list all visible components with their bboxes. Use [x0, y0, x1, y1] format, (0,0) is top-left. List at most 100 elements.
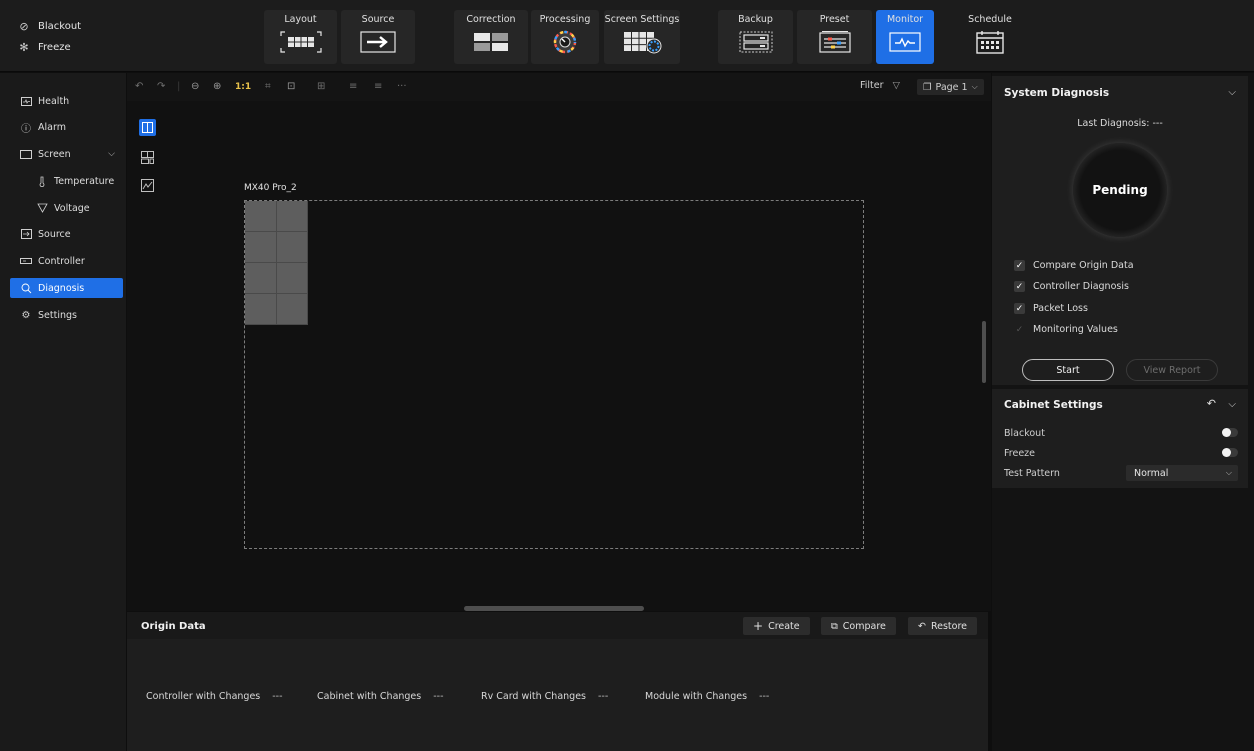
packet-loss-checkbox[interactable]: ✓ Packet Loss: [1014, 303, 1088, 314]
tab-monitor-label: Monitor: [886, 14, 924, 25]
tab-preset-label: Preset: [819, 14, 850, 25]
horizontal-scrollbar[interactable]: [464, 606, 644, 611]
voltage-icon: [36, 203, 48, 213]
checkbox-label: Monitoring Values: [1033, 324, 1118, 335]
cabinet-cell[interactable]: [277, 263, 308, 294]
reset-icon[interactable]: ↶: [1207, 397, 1216, 410]
sidebar-item-source[interactable]: Source: [10, 224, 123, 244]
zoom-actual-size[interactable]: 1:1: [235, 82, 251, 92]
blackout-quick-button[interactable]: ⊘ Blackout: [18, 20, 81, 33]
page-icon: ❐: [923, 81, 932, 93]
more-icon[interactable]: ···: [397, 81, 407, 92]
tab-correction[interactable]: Correction: [454, 10, 528, 64]
stat-label: Module with Changes: [645, 691, 748, 702]
tab-layout[interactable]: Layout: [264, 10, 337, 64]
controller-icon: [20, 256, 32, 266]
controller-diagnosis-checkbox[interactable]: ✓ Controller Diagnosis: [1014, 281, 1129, 292]
filter-button[interactable]: Filter ▽: [860, 80, 900, 91]
freeze-quick-button[interactable]: ✻ Freeze: [18, 41, 70, 54]
tab-processing[interactable]: Processing: [531, 10, 599, 64]
compare-origin-data-checkbox[interactable]: ✓ Compare Origin Data: [1014, 260, 1134, 271]
restore-button[interactable]: ↶ Restore: [908, 617, 978, 635]
sidebar-item-alarm[interactable]: ⓘ Alarm: [10, 117, 123, 137]
screen-icon: [20, 149, 32, 159]
tab-screen-settings[interactable]: Screen Settings: [604, 10, 680, 64]
filter-icon: ▽: [892, 80, 900, 91]
alarm-icon: ⓘ: [21, 123, 31, 135]
cabinet-cell[interactable]: [277, 201, 308, 232]
system-diagnosis-title: System Diagnosis: [1004, 87, 1110, 99]
cabinet-grid[interactable]: [245, 201, 308, 325]
view-mode-icon[interactable]: [139, 119, 156, 136]
cabinet-view-icon[interactable]: [139, 149, 156, 166]
checkbox-icon: ✓: [1015, 324, 1024, 335]
blackout-toggle[interactable]: [1222, 428, 1238, 437]
chart-view-icon[interactable]: [139, 177, 156, 194]
right-panel: System Diagnosis ⌵ Last Diagnosis: --- P…: [992, 73, 1254, 751]
tab-preset[interactable]: Preset: [797, 10, 872, 64]
cabinet-cell[interactable]: [245, 263, 277, 294]
tab-correction-label: Correction: [466, 14, 516, 25]
chevron-down-icon[interactable]: ⌵: [1228, 399, 1236, 410]
cabinet-cell[interactable]: [277, 294, 308, 325]
cabinet-settings-title: Cabinet Settings: [1004, 399, 1103, 411]
canvas-toolbar: ↶ ↷ | ⊖ ⊕ 1:1 ⌗ ⊡ ⊞ ≡ ≡ ··· Filter ▽ ❐ P…: [127, 73, 991, 101]
sidebar-item-temperature-label: Temperature: [54, 175, 115, 187]
checkbox-icon: ✓: [1014, 303, 1025, 314]
tab-monitor[interactable]: Monitor: [876, 10, 934, 64]
layout-icon: [279, 31, 322, 53]
stat-value: ---: [272, 691, 283, 702]
stat-value: ---: [433, 691, 444, 702]
cabinet-cell[interactable]: [277, 232, 308, 263]
page-select-value: Page 1: [935, 81, 968, 93]
cabinet-cell[interactable]: [245, 294, 277, 325]
sidebar-item-alarm-label: Alarm: [38, 121, 66, 133]
compare-icon: ⧉: [831, 620, 838, 632]
sidebar-item-controller[interactable]: Controller: [10, 251, 123, 271]
align-left-icon[interactable]: ≡: [349, 81, 357, 92]
sidebar-item-temperature[interactable]: Temperature: [10, 171, 123, 191]
sidebar-item-health[interactable]: Health: [10, 91, 123, 111]
page-select[interactable]: ❐ Page 1 ⌵: [917, 79, 984, 95]
sidebar-item-screen[interactable]: Screen ⌵: [10, 144, 123, 164]
sidebar-item-settings-label: Settings: [38, 309, 77, 321]
sidebar-item-voltage[interactable]: Voltage: [10, 198, 123, 218]
health-icon: [20, 96, 32, 106]
compare-button[interactable]: ⧉ Compare: [821, 617, 896, 635]
sidebar-item-diagnosis[interactable]: Diagnosis: [10, 278, 123, 298]
tab-backup[interactable]: Backup: [718, 10, 793, 64]
cabinet-settings-section: Cabinet Settings ↶ ⌵ Blackout Freeze Tes…: [992, 389, 1248, 488]
filter-label: Filter: [860, 80, 884, 91]
zoom-out-icon[interactable]: ⊖: [191, 81, 199, 92]
test-pattern-select[interactable]: Normal ⌵: [1126, 465, 1238, 481]
tab-schedule[interactable]: Schedule: [956, 10, 1024, 64]
tab-source[interactable]: Source: [341, 10, 415, 64]
align-right-icon[interactable]: ≡: [374, 81, 382, 92]
screen-outline[interactable]: [244, 200, 864, 549]
stat-label: Rv Card with Changes: [481, 691, 586, 702]
zoom-in-icon[interactable]: ⊕: [213, 81, 221, 92]
grid-icon[interactable]: ⊞: [317, 81, 325, 92]
origin-data-header: Origin Data + Create ⧉ Compare ↶ Restore: [127, 612, 988, 639]
fit-selection-icon[interactable]: ⌗: [265, 81, 271, 92]
cabinet-cell[interactable]: [245, 232, 277, 263]
vertical-scrollbar[interactable]: [982, 321, 986, 383]
blackout-label: Blackout: [1004, 428, 1045, 439]
redo-icon[interactable]: ↷: [157, 81, 165, 92]
cabinet-cell[interactable]: [245, 201, 277, 232]
freeze-toggle[interactable]: [1222, 448, 1238, 457]
processing-dial-icon: [553, 30, 577, 54]
start-button[interactable]: Start: [1022, 359, 1114, 381]
create-button[interactable]: + Create: [743, 617, 810, 635]
undo-icon[interactable]: ↶: [135, 81, 143, 92]
source-icon: [20, 229, 32, 239]
monitor-pulse-icon: [889, 32, 921, 52]
stat-value: ---: [597, 691, 609, 702]
layout-canvas[interactable]: ↶ ↷ | ⊖ ⊕ 1:1 ⌗ ⊡ ⊞ ≡ ≡ ··· Filter ▽ ❐ P…: [127, 73, 991, 611]
chevron-down-icon[interactable]: ⌵: [1228, 87, 1236, 98]
fit-screen-icon[interactable]: ⊡: [287, 81, 295, 92]
backup-icon: [739, 31, 772, 53]
sidebar-item-settings[interactable]: ⚙ Settings: [10, 305, 123, 325]
freeze-row: Freeze: [1004, 448, 1238, 459]
sidebar-item-voltage-label: Voltage: [54, 202, 90, 214]
